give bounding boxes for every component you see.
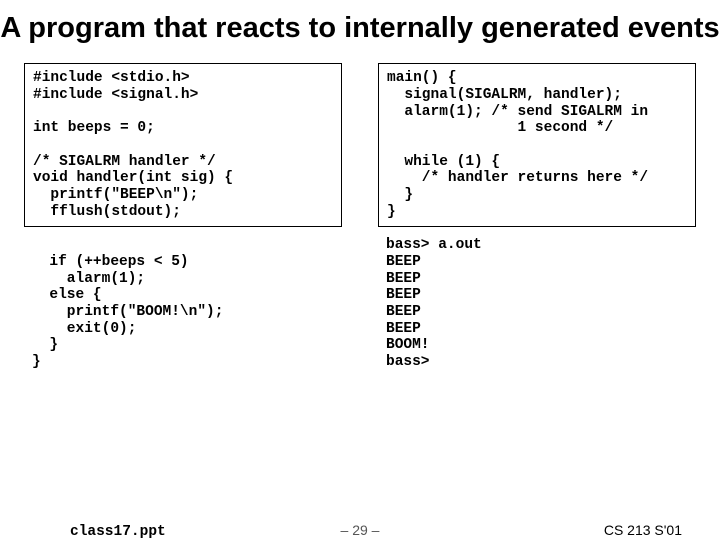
footer: class17.ppt – 29 – CS 213 S'01: [0, 522, 720, 540]
left-column: #include <stdio.h> #include <signal.h> i…: [24, 63, 342, 370]
code-box-main: main() { signal(SIGALRM, handler); alarm…: [378, 63, 696, 227]
code-box-handler: #include <stdio.h> #include <signal.h> i…: [24, 63, 342, 227]
slide-title: A program that reacts to internally gene…: [0, 12, 720, 45]
footer-filename: class17.ppt: [70, 524, 166, 540]
right-column: main() { signal(SIGALRM, handler); alarm…: [378, 63, 696, 370]
footer-page-number: – 29 –: [341, 522, 380, 538]
program-output: bass> a.out BEEP BEEP BEEP BEEP BEEP BOO…: [378, 237, 696, 370]
code-plain-rest: if (++beeps < 5) alarm(1); else { printf…: [24, 237, 342, 370]
footer-course: CS 213 S'01: [604, 522, 682, 538]
content-grid: #include <stdio.h> #include <signal.h> i…: [0, 63, 720, 370]
